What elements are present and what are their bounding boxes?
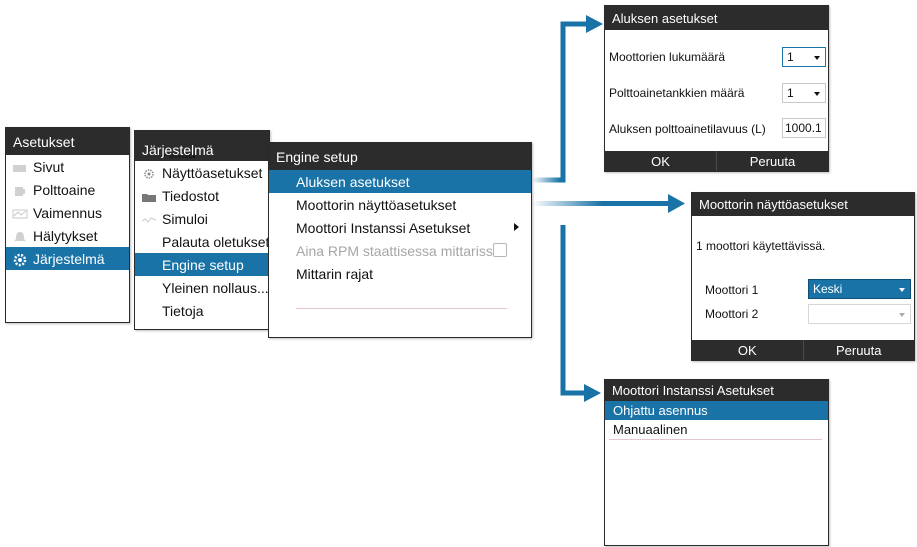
settings-item-damping[interactable]: Vaimennus bbox=[6, 201, 129, 224]
engine-1-select[interactable]: Keski bbox=[808, 279, 911, 299]
alarm-icon bbox=[12, 230, 28, 242]
engine-1-label: Moottori 1 bbox=[705, 283, 759, 297]
engine-instance-menu: Moottori Instanssi Asetukset Ohjattu ase… bbox=[604, 379, 829, 546]
fuel-icon bbox=[12, 184, 28, 196]
arrow-to-vessel-settings bbox=[532, 15, 603, 183]
fuel-capacity-value: 1000.1 bbox=[785, 121, 822, 135]
engine-display-buttons: OK Peruuta bbox=[692, 340, 914, 360]
system-item-label: Simuloi bbox=[162, 210, 208, 227]
vessel-settings-dialog: Aluksen asetukset Moottorien lukumäärä 1… bbox=[604, 5, 829, 172]
system-item-engine-setup[interactable]: Engine setup bbox=[135, 253, 269, 276]
engine-instance-item-wizard[interactable]: Ohjattu asennus bbox=[605, 401, 828, 420]
ok-button[interactable]: OK bbox=[605, 151, 716, 171]
chevron-down-icon bbox=[899, 313, 905, 317]
arrow-to-engine-instance bbox=[532, 222, 601, 402]
engine-setup-item-engine-instance[interactable]: Moottori Instanssi Asetukset bbox=[269, 216, 531, 239]
engine-instance-item-label: Manuaalinen bbox=[613, 422, 688, 437]
engine-setup-item-label: Aina RPM staattisessa mittarissa bbox=[296, 242, 501, 259]
engine-count-value: 1 bbox=[787, 50, 794, 64]
system-item-label: Näyttöasetukset bbox=[162, 164, 263, 181]
engine-2-select[interactable] bbox=[808, 304, 911, 324]
engine-count-select[interactable]: 1 bbox=[782, 47, 826, 67]
engine-setup-item-label: Moottorin näyttöasetukset bbox=[296, 196, 457, 213]
system-item-display[interactable]: Näyttöasetukset bbox=[135, 161, 269, 184]
engine-instance-title: Moottori Instanssi Asetukset bbox=[605, 380, 828, 401]
pages-icon bbox=[12, 161, 28, 173]
system-item-about[interactable]: Tietoja bbox=[135, 299, 269, 322]
submenu-arrow-icon bbox=[514, 223, 519, 231]
divider bbox=[609, 439, 822, 440]
engine-instance-item-manual[interactable]: Manuaalinen bbox=[605, 420, 828, 439]
system-item-files[interactable]: Tiedostot bbox=[135, 184, 269, 207]
settings-item-label: Hälytykset bbox=[33, 227, 98, 244]
chevron-down-icon bbox=[814, 92, 820, 96]
engine-1-value: Keski bbox=[813, 282, 843, 296]
system-item-label: Yleinen nollaus... bbox=[162, 279, 269, 296]
vessel-settings-title: Aluksen asetukset bbox=[605, 6, 828, 30]
settings-item-label: Vaimennus bbox=[33, 204, 103, 221]
simulate-icon bbox=[141, 213, 157, 225]
engine-setup-item-label: Mittarin rajat bbox=[296, 265, 374, 282]
system-menu-title-text: Järjestelmä bbox=[142, 142, 214, 158]
ok-button[interactable]: OK bbox=[692, 340, 803, 360]
settings-item-system[interactable]: Järjestelmä bbox=[6, 247, 129, 270]
rpm-checkbox[interactable] bbox=[493, 243, 507, 257]
settings-item-fuel[interactable]: Polttoaine bbox=[6, 178, 129, 201]
settings-menu-title: Asetukset bbox=[6, 128, 129, 155]
tank-count-select[interactable]: 1 bbox=[782, 83, 826, 103]
settings-item-alarms[interactable]: Hälytykset bbox=[6, 224, 129, 247]
system-item-label: Tiedostot bbox=[162, 187, 220, 204]
settings-item-pages[interactable]: Sivut bbox=[6, 155, 129, 178]
fuel-capacity-input[interactable]: 1000.1 bbox=[782, 118, 826, 138]
system-item-label: Tietoja bbox=[162, 302, 204, 319]
engine-2-label: Moottori 2 bbox=[705, 307, 759, 321]
system-item-simulate[interactable]: Simuloi bbox=[135, 207, 269, 230]
engine-display-title: Moottorin näyttöasetukset bbox=[692, 193, 914, 216]
engine-display-dialog: Moottorin näyttöasetukset 1 moottori käy… bbox=[691, 192, 915, 361]
fuel-capacity-label: Aluksen polttoainetilavuus (L) bbox=[609, 122, 766, 136]
engine-setup-item-label: Moottori Instanssi Asetukset bbox=[296, 219, 471, 236]
engine-setup-item-gauge-limits[interactable]: Mittarin rajat bbox=[269, 262, 531, 285]
system-item-global-reset[interactable]: Yleinen nollaus... bbox=[135, 276, 269, 299]
damping-icon bbox=[12, 207, 28, 219]
engine-setup-item-vessel-settings[interactable]: Aluksen asetukset bbox=[269, 170, 531, 193]
tank-count-value: 1 bbox=[787, 86, 794, 100]
gear-icon bbox=[12, 253, 28, 266]
cancel-button[interactable]: Peruuta bbox=[802, 340, 915, 360]
cancel-button[interactable]: Peruuta bbox=[716, 151, 828, 171]
arrow-to-engine-display bbox=[532, 194, 685, 213]
engines-available-text: 1 moottori käytettävissä. bbox=[696, 239, 826, 253]
settings-item-label: Sivut bbox=[33, 158, 65, 175]
settings-item-label: Polttoaine bbox=[33, 181, 96, 198]
engine-setup-title: Engine setup bbox=[269, 143, 531, 170]
engine-setup-item-engine-display[interactable]: Moottorin näyttöasetukset bbox=[269, 193, 531, 216]
chevron-down-icon bbox=[814, 56, 820, 60]
system-menu: Järjestelmä Aikaa Näyttöasetukset Tiedos… bbox=[134, 130, 270, 330]
engine-count-label: Moottorien lukumäärä bbox=[609, 50, 726, 64]
system-item-label: Engine setup bbox=[162, 256, 244, 273]
engine-instance-item-label: Ohjattu asennus bbox=[613, 403, 708, 418]
settings-item-label: Järjestelmä bbox=[33, 250, 105, 267]
folder-icon bbox=[141, 190, 157, 202]
engine-setup-menu: Engine setup Aluksen asetukset Moottorin… bbox=[268, 142, 532, 338]
settings-menu: Asetukset Sivut Polttoaine Vaimennus Häl… bbox=[5, 127, 130, 323]
vessel-settings-buttons: OK Peruuta bbox=[605, 151, 828, 171]
divider bbox=[296, 308, 507, 309]
system-menu-title: Järjestelmä bbox=[135, 131, 269, 161]
engine-setup-item-label: Aluksen asetukset bbox=[296, 173, 410, 190]
system-item-label: Palauta oletukset bbox=[162, 233, 269, 250]
engine-setup-item-always-rpm[interactable]: Aina RPM staattisessa mittarissa bbox=[269, 239, 531, 262]
display-icon bbox=[141, 167, 157, 179]
chevron-down-icon bbox=[899, 288, 905, 292]
tank-count-label: Polttoainetankkien määrä bbox=[609, 86, 745, 100]
system-item-restore-defaults[interactable]: Palauta oletukset bbox=[135, 230, 269, 253]
